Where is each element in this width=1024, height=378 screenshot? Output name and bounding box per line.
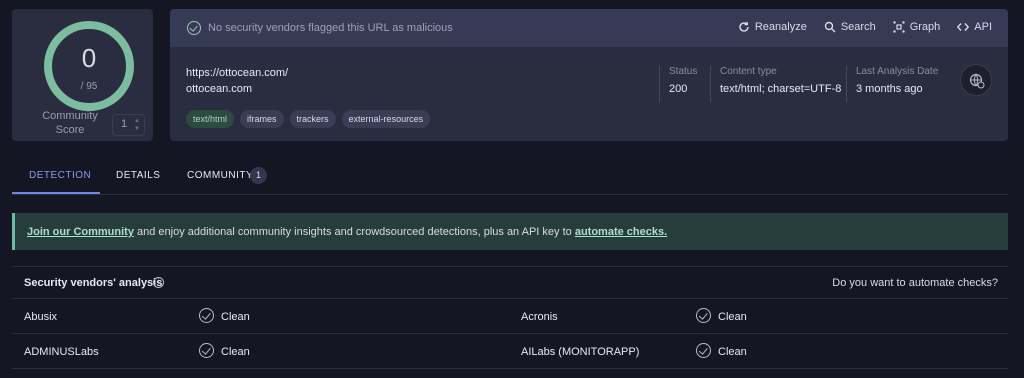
vendors-table-header: Security vendors' analysis i Do you want… xyxy=(12,267,1008,299)
score-ring: 0 / 95 xyxy=(44,21,134,111)
api-code-icon xyxy=(957,21,970,33)
vendor-name: Acronis xyxy=(521,311,558,323)
vendors-title: Security vendors' analysis xyxy=(24,277,163,289)
banner-middle-text: and enjoy additional community insights … xyxy=(133,226,575,238)
community-count-badge: 1 xyxy=(250,167,267,184)
check-circle-icon xyxy=(199,308,214,323)
automate-checks-link[interactable]: automate checks. xyxy=(575,226,667,238)
check-circle-icon xyxy=(199,343,214,358)
community-score-value: 1 xyxy=(121,118,128,130)
tag-list: text/html iframes trackers external-reso… xyxy=(186,110,431,128)
community-banner: Join our Community and enjoy additional … xyxy=(12,213,1008,250)
stepper-arrows-icon[interactable]: ▲ ▼ xyxy=(134,117,140,133)
graph-button[interactable]: Graph xyxy=(892,21,941,33)
tab-bar: DETECTION DETAILS COMMUNITY 1 xyxy=(12,157,1008,195)
check-circle-icon xyxy=(696,308,711,323)
content-type-meta: Content type text/html; charset=UTF-8 xyxy=(710,66,841,102)
tab-community[interactable]: COMMUNITY xyxy=(187,170,253,181)
api-button[interactable]: API xyxy=(957,21,992,33)
tag-external-resources[interactable]: external-resources xyxy=(341,110,431,128)
vendor-name: AILabs (MONITORAPP) xyxy=(521,346,640,358)
refresh-icon xyxy=(738,21,750,33)
tag-trackers[interactable]: trackers xyxy=(289,110,336,128)
detection-count: 0 xyxy=(81,43,97,73)
verdict-text: No security vendors flagged this URL as … xyxy=(208,22,453,34)
status-label: Status xyxy=(669,66,698,77)
last-analysis-label: Last Analysis Date xyxy=(856,66,939,77)
tab-detection[interactable]: DETECTION xyxy=(29,170,91,181)
community-score-label: Community Score xyxy=(42,110,98,136)
vendor-status: Clean xyxy=(221,346,250,358)
last-analysis-meta: Last Analysis Date 3 months ago xyxy=(846,66,938,102)
status-meta: Status 200 xyxy=(659,66,697,102)
vendor-status: Clean xyxy=(718,346,747,358)
scanned-domain[interactable]: ottocean.com xyxy=(186,83,252,95)
table-row: Abusix Clean Acronis Clean xyxy=(12,299,1008,334)
tab-details[interactable]: DETAILS xyxy=(116,170,160,181)
api-label: API xyxy=(974,21,992,33)
vendor-name: Abusix xyxy=(24,311,58,323)
info-icon[interactable]: i xyxy=(153,277,164,288)
table-row: ADMINUSLabs Clean AILabs (MONITORAPP) Cl… xyxy=(12,334,1008,369)
check-circle-icon xyxy=(187,21,201,35)
active-tab-indicator xyxy=(12,192,100,194)
scanned-url[interactable]: https://ottocean.com/ xyxy=(186,67,288,79)
graph-label: Graph xyxy=(909,21,941,33)
last-analysis-value: 3 months ago xyxy=(856,83,923,95)
banner-text: Join our Community and enjoy additional … xyxy=(27,226,667,238)
vendor-name: ADMINUSLabs xyxy=(24,346,99,358)
search-button[interactable]: Search xyxy=(824,21,876,33)
globe-link-icon[interactable] xyxy=(960,64,992,96)
tag-text-html[interactable]: text/html xyxy=(186,110,235,128)
graph-icon xyxy=(892,21,905,33)
vendor-status: Clean xyxy=(718,311,747,323)
content-type-label: Content type xyxy=(720,66,777,77)
vendor-status: Clean xyxy=(221,311,250,323)
detection-total: / 95 xyxy=(80,81,98,92)
detection-score-card: 0 / 95 Community Score 1 ▲ ▼ xyxy=(12,9,153,141)
community-score-stepper[interactable]: 1 ▲ ▼ xyxy=(112,114,145,136)
verdict-header: No security vendors flagged this URL as … xyxy=(170,9,1008,47)
content-type-value: text/html; charset=UTF-8 xyxy=(720,83,842,95)
status-value: 200 xyxy=(669,83,688,95)
vendors-table: Security vendors' analysis i Do you want… xyxy=(12,266,1008,378)
reanalyze-label: Reanalyze xyxy=(754,21,807,33)
join-community-link[interactable]: Join our Community xyxy=(27,226,134,238)
reanalyze-button[interactable]: Reanalyze xyxy=(738,21,807,33)
automate-checks-prompt[interactable]: Do you want to automate checks? xyxy=(832,277,998,289)
action-bar: Reanalyze Search Graph API xyxy=(721,21,992,33)
tag-iframes[interactable]: iframes xyxy=(240,110,284,128)
search-icon xyxy=(824,21,836,33)
check-circle-icon xyxy=(696,343,711,358)
url-info-card: No security vendors flagged this URL as … xyxy=(170,9,1008,141)
search-label: Search xyxy=(840,21,876,33)
